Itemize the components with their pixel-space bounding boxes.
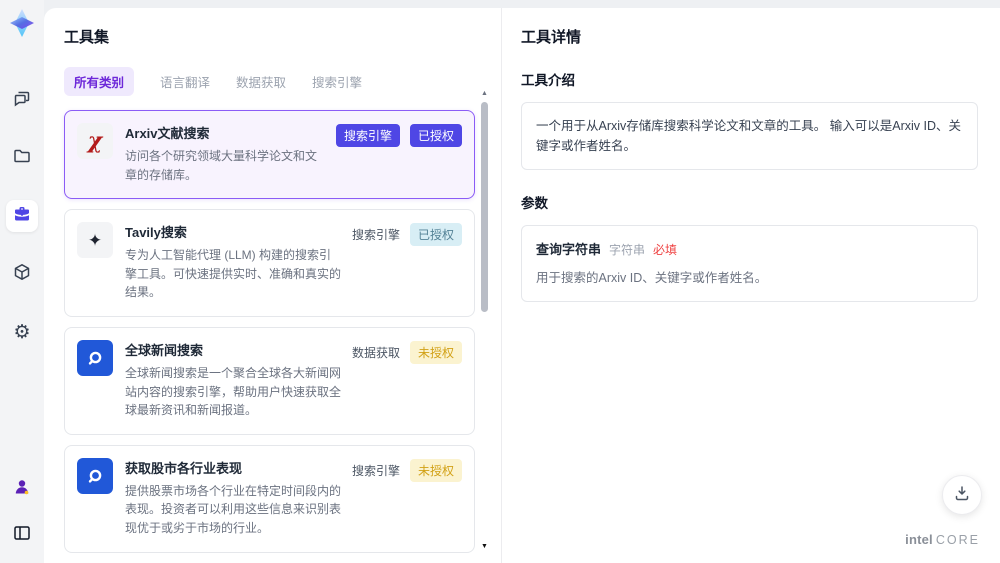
download-button[interactable] <box>942 475 982 515</box>
tool-intro-text: 一个用于从Arxiv存储库搜索科学论文和文章的工具。 输入可以是Arxiv ID… <box>521 102 978 170</box>
params-section-title: 参数 <box>521 196 548 211</box>
sidebar-item-files[interactable] <box>6 142 38 174</box>
tool-description: 专为人工智能代理 (LLM) 构建的搜索引擎工具。可快速提供实时、准确和真实的结… <box>125 248 342 300</box>
folder-icon <box>12 146 32 171</box>
intel-wordmark: intel <box>905 532 933 547</box>
tab-search-engine[interactable]: 搜索引擎 <box>312 67 362 96</box>
status-badge: 未授权 <box>409 340 462 364</box>
cube-icon <box>12 262 32 287</box>
tool-name: 获取股市各行业表现 <box>125 460 243 476</box>
params-section: 参数 查询字符串 字符串 必填 用于搜索的Arxiv ID、关键字或作者姓名。 <box>521 192 978 302</box>
category-label: 数据获取 <box>351 345 400 360</box>
download-icon <box>953 484 971 507</box>
param-name: 查询字符串 <box>536 242 602 257</box>
scroll-down-icon[interactable]: ▼ <box>481 543 488 550</box>
tool-card-sector-performance[interactable]: 获取股市各行业表现 提供股票市场各个行业在特定时间段内的表现。投资者可以利用这些… <box>64 444 475 553</box>
app-logo-gem-icon <box>5 6 39 40</box>
status-badge: 未授权 <box>409 458 462 482</box>
param-description: 用于搜索的Arxiv ID、关键字或作者姓名。 <box>536 271 768 285</box>
tools-list-scrollbar[interactable]: ▲ ▼ <box>481 88 488 554</box>
briefcase-icon <box>12 204 32 229</box>
main-panel: 工具集 所有类别 语言翻译 数据获取 搜索引擎 χ Arxiv文献搜索 访问各个… <box>44 8 1000 563</box>
tab-data-acquisition[interactable]: 数据获取 <box>236 67 286 96</box>
tool-card-arxiv[interactable]: χ Arxiv文献搜索 访问各个研究领域大量科学论文和文章的存储库。 搜索引擎 … <box>64 110 475 200</box>
tool-description: 访问各个研究领域大量科学论文和文章的存储库。 <box>125 149 318 182</box>
param-card: 查询字符串 字符串 必填 用于搜索的Arxiv ID、关键字或作者姓名。 <box>521 225 978 302</box>
intel-core-logo: intel core <box>905 532 980 547</box>
intro-section-title: 工具介绍 <box>521 73 575 88</box>
tool-card-global-news[interactable]: 全球新闻搜索 全球新闻搜索是一个聚合全球各大新闻网站内容的搜索引擎，帮助用户快速… <box>64 326 475 435</box>
tool-description: 提供股票市场各个行业在特定时间段内的表现。投资者可以利用这些信息来识别表现优于或… <box>125 483 342 535</box>
magnifier-icon <box>77 339 113 376</box>
sidebar-bottom <box>6 473 38 551</box>
sidebar-item-panel-toggle[interactable] <box>6 519 38 551</box>
param-type: 字符串 <box>609 243 646 257</box>
category-badge: 搜索引擎 <box>335 124 400 147</box>
intro-section: 工具介绍 一个用于从Arxiv存储库搜索科学论文和文章的工具。 输入可以是Arx… <box>521 69 978 170</box>
tab-all-categories[interactable]: 所有类别 <box>64 67 135 96</box>
four-point-star-icon: ✦ <box>77 222 113 259</box>
tool-details-panel: 工具详情 工具介绍 一个用于从Arxiv存储库搜索科学论文和文章的工具。 输入可… <box>503 8 1000 563</box>
sidebar-item-settings[interactable]: ⚙ <box>6 316 38 348</box>
magnifier-icon <box>77 457 113 494</box>
tool-description: 全球新闻搜索是一个聚合全球各大新闻网站内容的搜索引擎，帮助用户快速获取全球最新资… <box>125 365 342 418</box>
tab-language-translation[interactable]: 语言翻译 <box>160 67 210 96</box>
sidebar-item-models[interactable] <box>6 258 38 290</box>
tools-panel-title: 工具集 <box>64 29 110 46</box>
tool-card-tavily[interactable]: ✦ Tavily搜索 专为人工智能代理 (LLM) 构建的搜索引擎工具。可快速提… <box>64 209 475 317</box>
details-title: 工具详情 <box>521 29 582 46</box>
panel-layout-icon <box>12 523 32 548</box>
arxiv-chi-icon: χ <box>77 123 113 159</box>
core-wordmark: core <box>935 533 980 547</box>
chat-icon <box>12 88 32 113</box>
scrollbar-thumb[interactable] <box>481 102 488 312</box>
tools-panel: 工具集 所有类别 语言翻译 数据获取 搜索引擎 χ Arxiv文献搜索 访问各个… <box>44 8 502 563</box>
sidebar-nav: ⚙ <box>6 84 38 348</box>
app-screen: ⚙ 工具集 所有类别 语言翻译 数据获取 搜索引擎 χ Arxiv文献搜索 访问… <box>0 0 1000 563</box>
tool-name: 全球新闻搜索 <box>125 342 204 358</box>
sidebar-item-tools[interactable] <box>6 200 38 232</box>
param-required-flag: 必填 <box>653 243 678 257</box>
category-label: 搜索引擎 <box>351 463 400 478</box>
status-badge: 已授权 <box>409 124 462 147</box>
scroll-up-icon[interactable]: ▲ <box>481 90 488 97</box>
status-badge: 已授权 <box>409 223 462 247</box>
sidebar-item-profile[interactable] <box>6 473 38 505</box>
category-tabs: 所有类别 语言翻译 数据获取 搜索引擎 <box>64 67 475 96</box>
user-avatar-icon <box>12 477 32 502</box>
tool-name: Tavily搜索 <box>125 225 187 241</box>
category-label: 搜索引擎 <box>351 228 400 243</box>
gear-icon: ⚙ <box>13 321 31 343</box>
sidebar-item-chat[interactable] <box>6 84 38 116</box>
sidebar-rail: ⚙ <box>0 0 44 563</box>
tool-name: Arxiv文献搜索 <box>125 126 210 141</box>
